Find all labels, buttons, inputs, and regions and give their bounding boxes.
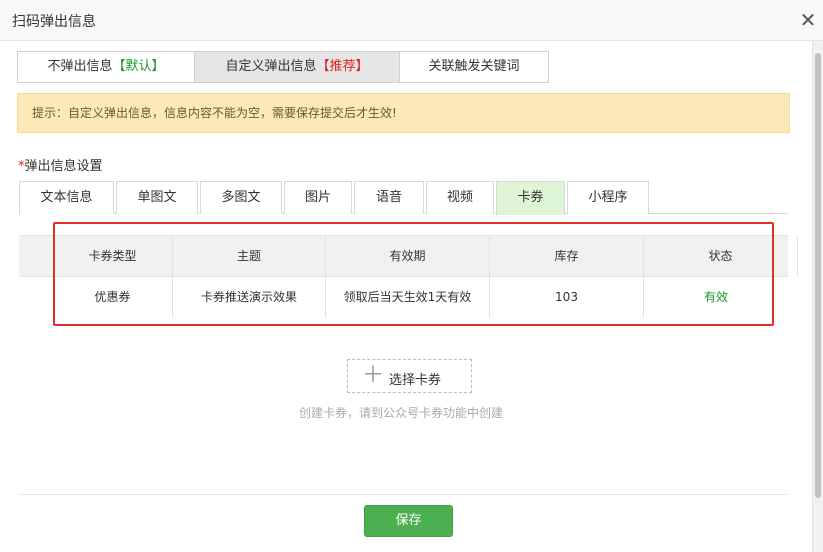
tab-keyword-trigger-label: 关联触发关键词 [428, 59, 520, 74]
cell-subject: 卡券推送演示效果 [173, 277, 326, 318]
recommended-tag: 【推荐】 [316, 59, 369, 74]
table-header: 卡券类型 主题 有效期 库存 状态 [19, 236, 798, 277]
plus-icon: ＋ [362, 363, 385, 388]
cell-validity: 领取后当天生效1天有效 [326, 277, 490, 318]
cell-stock: 103 [490, 277, 644, 318]
create-coupon-hint: 创建卡券，请到公众号卡券功能中创建 [299, 406, 504, 420]
scrollbar[interactable] [812, 41, 823, 552]
tab-image[interactable]: 图片 [284, 181, 352, 214]
mode-tabs: 不弹出信息【默认】 自定义弹出信息【推荐】 关联触发关键词 [17, 51, 549, 83]
choose-coupon-button[interactable]: ＋ 选择卡券 [347, 359, 472, 393]
cell-type: 优惠券 [53, 277, 173, 318]
notice-banner: 提示：自定义弹出信息，信息内容不能为空，需要保存提交后才生效! [17, 93, 790, 133]
close-icon[interactable]: ✕ [798, 8, 818, 32]
tab-video[interactable]: 视频 [426, 181, 494, 214]
cell-status: 有效 [703, 290, 728, 304]
tab-mini-program[interactable]: 小程序 [567, 181, 649, 214]
tab-custom-popup[interactable]: 自定义弹出信息【推荐】 [194, 51, 400, 83]
tab-single-article[interactable]: 单图文 [116, 181, 198, 214]
footer-divider [19, 494, 788, 495]
tab-voice[interactable]: 语音 [354, 181, 424, 214]
col-header-subject: 主题 [173, 236, 326, 277]
section-label-text: 弹出信息设置 [24, 159, 103, 174]
col-header-stock: 库存 [490, 236, 644, 277]
tab-custom-popup-label: 自定义弹出信息 [225, 59, 317, 74]
col-header-status: 状态 [644, 236, 798, 277]
coupon-table: 卡券类型 主题 有效期 库存 状态 优惠券 卡券推送演示效果 领取后当天生效1天… [19, 235, 798, 318]
tab-text[interactable]: 文本信息 [19, 181, 114, 214]
tab-keyword-trigger[interactable]: 关联触发关键词 [399, 51, 549, 83]
tab-no-popup-label: 不弹出信息 [47, 59, 113, 74]
message-type-tabs: 文本信息 单图文 多图文 图片 语音 视频 卡券 小程序 [19, 181, 788, 215]
choose-coupon-label: 选择卡券 [389, 373, 442, 388]
section-label: *弹出信息设置 [18, 155, 103, 174]
save-button[interactable]: 保存 [364, 505, 453, 537]
scrollbar-thumb[interactable] [815, 53, 821, 498]
default-tag: 【默认】 [112, 59, 165, 74]
dialog-titlebar: 扫码弹出信息 ✕ [0, 0, 823, 41]
col-header-validity: 有效期 [326, 236, 490, 277]
dialog-title: 扫码弹出信息 [12, 14, 96, 30]
tab-no-popup[interactable]: 不弹出信息【默认】 [17, 51, 195, 83]
table-row[interactable]: 优惠券 卡券推送演示效果 领取后当天生效1天有效 103 有效 [19, 277, 788, 318]
col-header-type: 卡券类型 [53, 236, 173, 277]
tab-multi-article[interactable]: 多图文 [200, 181, 282, 214]
tab-card-coupon[interactable]: 卡券 [496, 181, 565, 215]
